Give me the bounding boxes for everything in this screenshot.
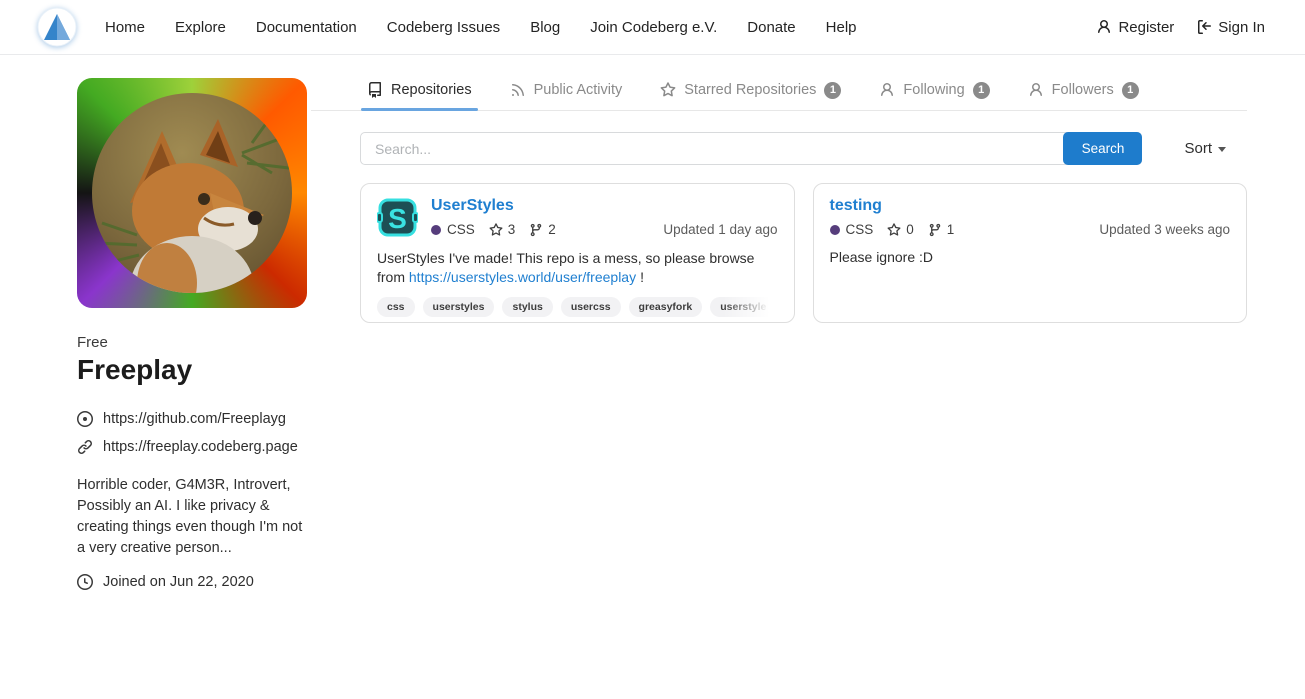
profile-website-link[interactable]: https://freeplay.codeberg.page [103, 439, 298, 455]
person-icon [1096, 19, 1112, 35]
star-icon [489, 223, 503, 237]
repo-forks[interactable]: 2 [529, 222, 556, 237]
star-count: 0 [906, 222, 914, 237]
register-label: Register [1118, 19, 1174, 36]
svg-text:S: S [388, 203, 407, 234]
repo-updated: Updated 3 weeks ago [1099, 222, 1230, 237]
repo-search-row: Search Sort [360, 132, 1247, 165]
dot-in-circle-icon [77, 411, 93, 427]
repo-stars[interactable]: 0 [887, 222, 914, 237]
profile-location-row: https://github.com/Freeplayg [77, 411, 307, 427]
repo-name-link[interactable]: testing [830, 197, 882, 215]
sort-dropdown[interactable]: Sort [1184, 140, 1226, 157]
link-icon [77, 439, 93, 455]
star-icon [660, 82, 676, 98]
repo-icon [367, 82, 383, 98]
repo-topics: css userstyles stylus usercss greasyfork… [377, 297, 778, 317]
repo-updated: Updated 1 day ago [663, 222, 777, 237]
tab-count-badge: 1 [824, 82, 841, 99]
repo-language: CSS [447, 222, 475, 237]
profile-bio: Horrible coder, G4M3R, Introvert, Possib… [77, 475, 307, 559]
profile-joined-date: Joined on Jun 22, 2020 [103, 574, 254, 590]
profile-display-name: Free [77, 334, 307, 351]
profile-location: https://github.com/Freeplayg [103, 411, 286, 427]
tab-label: Repositories [391, 82, 472, 98]
sign-in-icon [1196, 19, 1212, 35]
repo-language: CSS [846, 222, 874, 237]
caret-down-icon [1218, 147, 1226, 152]
nav-item-explore[interactable]: Explore [175, 19, 226, 36]
tab-count-badge: 1 [973, 82, 990, 99]
description-link[interactable]: https://userstyles.world/user/freeplay [409, 269, 636, 285]
repo-card-testing: testing CSS 0 1 Updated 3 weeks ago [813, 183, 1248, 323]
nav-item-join-codeberg[interactable]: Join Codeberg e.V. [590, 19, 717, 36]
nav-right: Register Sign In [1096, 19, 1265, 36]
repo-avatar: S [377, 197, 418, 238]
rss-icon [510, 82, 526, 98]
page-content: Free Freeplay https://github.com/Freepla… [0, 55, 1305, 590]
topic-tag[interactable]: userstyle [710, 297, 776, 317]
git-branch-icon [529, 223, 543, 237]
topic-tag[interactable]: userstyles [423, 297, 495, 317]
tab-label: Followers [1052, 82, 1114, 98]
tab-repositories[interactable]: Repositories [361, 70, 478, 110]
profile-sidebar: Free Freeplay https://github.com/Freepla… [77, 55, 307, 590]
avatar-fox-photo [92, 93, 292, 293]
language-dot [431, 225, 441, 235]
repo-description: UserStyles I've made! This repo is a mes… [377, 249, 778, 286]
tab-public-activity[interactable]: Public Activity [504, 70, 629, 110]
avatar [77, 78, 307, 308]
search-button[interactable]: Search [1063, 132, 1142, 165]
main-panel: Repositories Public Activity Starred Rep… [311, 55, 1247, 590]
nav-item-documentation[interactable]: Documentation [256, 19, 357, 36]
sort-label: Sort [1184, 140, 1212, 157]
repo-forks[interactable]: 1 [928, 222, 955, 237]
topic-tag[interactable]: greasyfork [629, 297, 703, 317]
register-button[interactable]: Register [1096, 19, 1174, 36]
search-input[interactable] [361, 133, 1064, 164]
git-branch-icon [928, 223, 942, 237]
repo-description: Please ignore :D [830, 248, 1231, 267]
sign-in-button[interactable]: Sign In [1196, 19, 1265, 36]
tab-count-badge: 1 [1122, 82, 1139, 99]
star-count: 3 [508, 222, 516, 237]
star-icon [887, 223, 901, 237]
repo-card-userstyles: S UserStyles CSS 3 [360, 183, 795, 323]
profile-tabs: Repositories Public Activity Starred Rep… [311, 70, 1247, 111]
person-icon [1028, 82, 1044, 98]
person-icon [879, 82, 895, 98]
language-dot [830, 225, 840, 235]
topic-tag[interactable]: css [377, 297, 415, 317]
tab-following[interactable]: Following 1 [873, 70, 995, 110]
profile-joined-row: Joined on Jun 22, 2020 [77, 574, 307, 590]
nav-item-blog[interactable]: Blog [530, 19, 560, 36]
tab-label: Public Activity [534, 82, 623, 98]
tab-starred-repositories[interactable]: Starred Repositories 1 [654, 70, 847, 110]
profile-website-row: https://freeplay.codeberg.page [77, 439, 307, 455]
profile-username: Freeplay [77, 354, 307, 386]
repo-name-link[interactable]: UserStyles [431, 197, 514, 215]
fork-count: 2 [548, 222, 556, 237]
fork-count: 1 [947, 222, 955, 237]
tab-label: Following [903, 82, 964, 98]
codeberg-logo-icon[interactable] [37, 7, 77, 47]
repo-list: S UserStyles CSS 3 [360, 183, 1247, 323]
nav-item-home[interactable]: Home [105, 19, 145, 36]
nav-item-codeberg-issues[interactable]: Codeberg Issues [387, 19, 500, 36]
tab-label: Starred Repositories [684, 82, 816, 98]
topic-tag[interactable]: stylus [502, 297, 552, 317]
nav-links: Home Explore Documentation Codeberg Issu… [105, 19, 857, 36]
topic-tag[interactable]: usercss [561, 297, 621, 317]
search-group: Search [360, 132, 1142, 165]
nav-item-help[interactable]: Help [826, 19, 857, 36]
repo-stars[interactable]: 3 [489, 222, 516, 237]
tab-followers[interactable]: Followers 1 [1022, 70, 1145, 110]
sign-in-label: Sign In [1218, 19, 1265, 36]
navbar: Home Explore Documentation Codeberg Issu… [0, 0, 1305, 55]
nav-item-donate[interactable]: Donate [747, 19, 795, 36]
clock-icon [77, 574, 93, 590]
